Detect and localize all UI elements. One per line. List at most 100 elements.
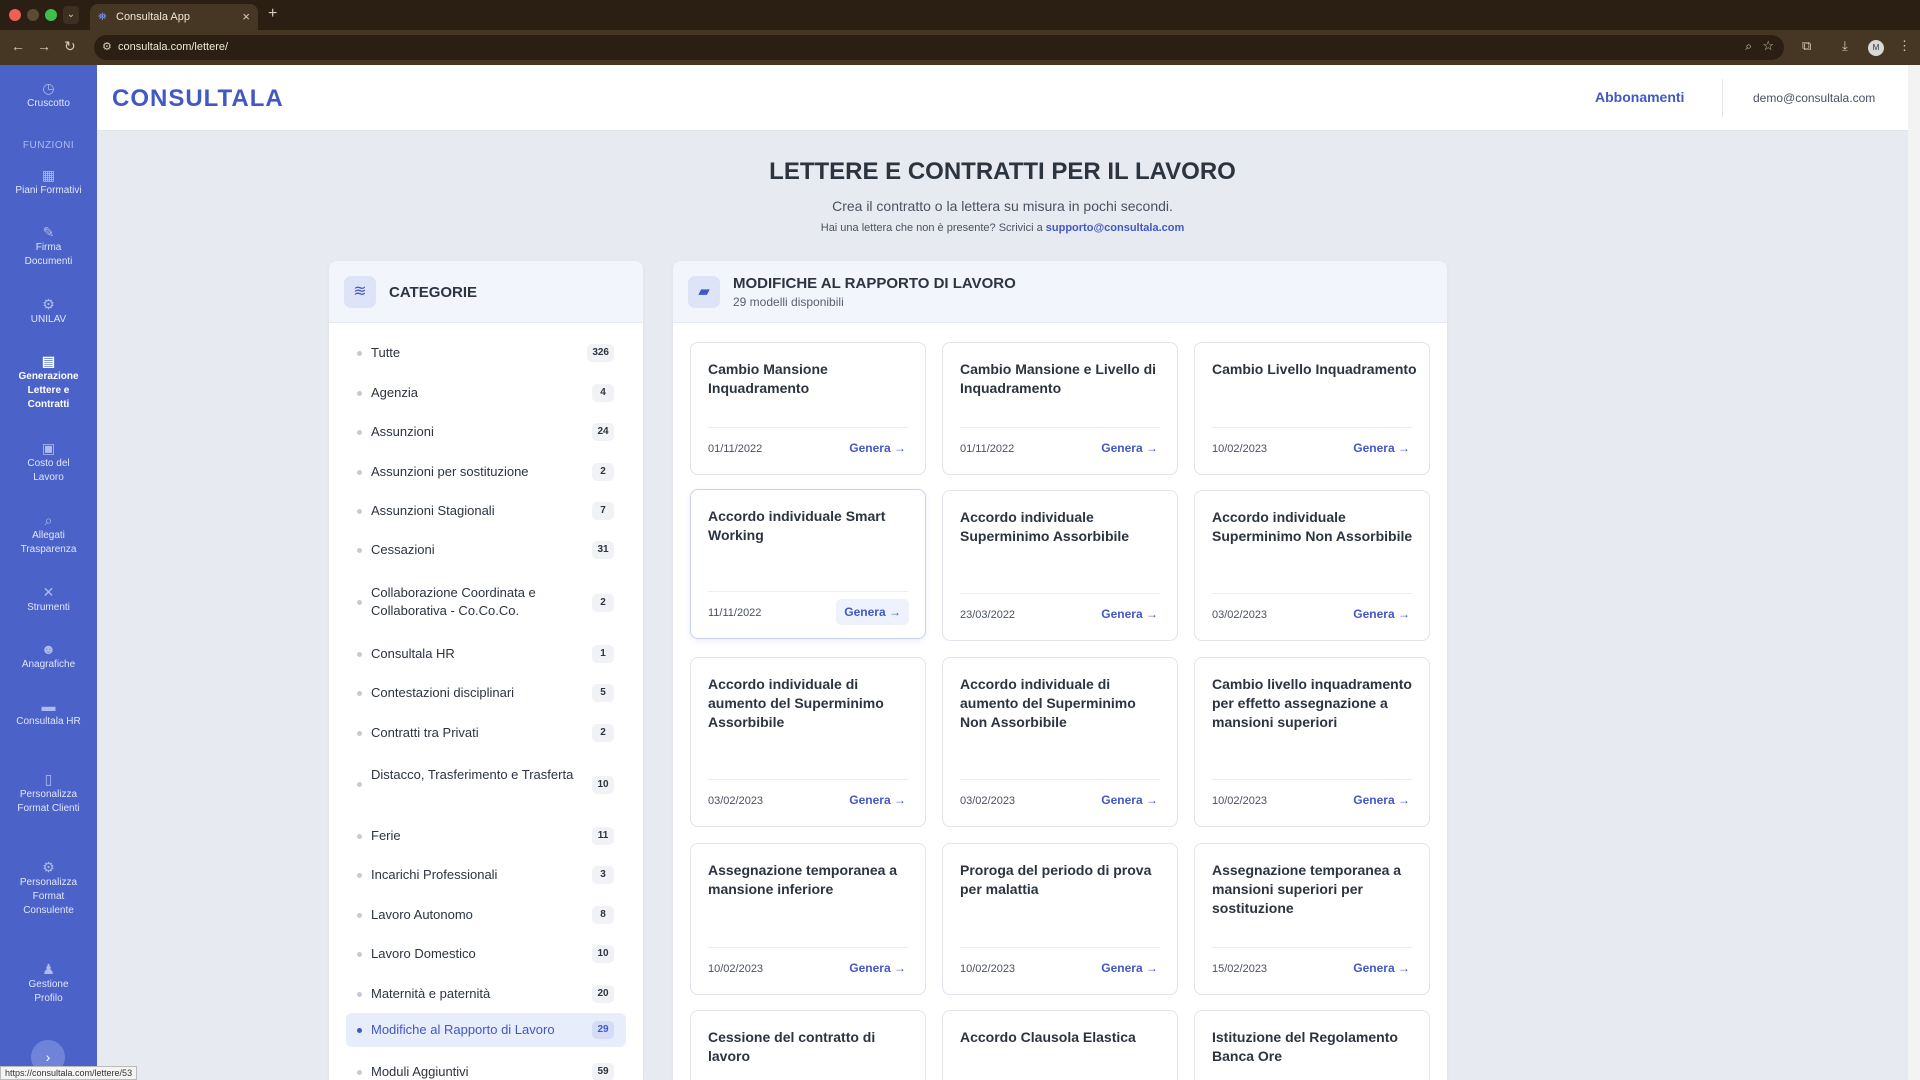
sidebar-item-unilav[interactable]: ⚙ UNILAV xyxy=(0,297,97,327)
genera-button[interactable]: Genera → xyxy=(847,437,908,459)
genera-button[interactable]: Genera → xyxy=(836,599,909,625)
category-item[interactable]: Cessazioni 31 xyxy=(346,534,626,566)
model-title: Cambio Mansione e Livello di Inquadramen… xyxy=(960,361,1157,396)
category-item[interactable]: Ferie 11 xyxy=(346,820,626,852)
menu-dots-icon[interactable]: ⋮ xyxy=(1898,38,1911,54)
maximize-window-button[interactable] xyxy=(45,9,57,21)
category-item[interactable]: Contestazioni disciplinari 5 xyxy=(346,677,626,709)
category-item[interactable]: Consultala HR 1 xyxy=(346,638,626,670)
sidebar-item-costo-lavoro[interactable]: ▣ Costo del Lavoro xyxy=(0,441,97,485)
genera-button[interactable]: Genera → xyxy=(1099,603,1160,625)
genera-button[interactable]: Genera → xyxy=(1099,789,1160,811)
genera-button[interactable]: Genera → xyxy=(1099,437,1160,459)
categories-title: CATEGORIE xyxy=(389,284,478,301)
consultala-logo[interactable]: CONSULTALA xyxy=(112,85,284,113)
category-item[interactable]: Lavoro Autonomo 8 xyxy=(346,899,626,931)
model-title: Accordo individuale Smart Working xyxy=(708,508,886,543)
category-item[interactable]: Agenzia 4 xyxy=(346,377,626,409)
sidebar-item-allegati-trasparenza[interactable]: ⌕ Allegati Trasparenza xyxy=(0,513,97,557)
category-item-active[interactable]: Modifiche al Rapporto di Lavoro 29 xyxy=(346,1013,626,1047)
card-divider xyxy=(1212,593,1412,594)
model-card[interactable]: Proroga del periodo di prova per malatti… xyxy=(942,843,1178,995)
model-card[interactable]: Assegnazione temporanea a mansione infer… xyxy=(690,843,926,995)
download-icon[interactable]: ⤓ xyxy=(1842,38,1848,54)
model-date: 15/02/2023 xyxy=(1212,963,1268,975)
user-email-menu[interactable]: demo@consultala.com xyxy=(1753,91,1875,105)
new-tab-icon[interactable]: + xyxy=(268,5,277,23)
sidebar-item-anagrafiche[interactable]: ☻ Anagrafiche xyxy=(0,642,97,672)
category-item[interactable]: Contratti tra Privati 2 xyxy=(346,717,626,749)
category-item[interactable]: Distacco, Trasferimento e Trasferta 10 xyxy=(346,760,626,810)
genera-button[interactable]: Genera → xyxy=(1351,603,1412,625)
genera-button[interactable]: Genera → xyxy=(1351,437,1412,459)
model-card[interactable]: Accordo individuale Superminimo Assorbib… xyxy=(942,490,1178,641)
forward-icon[interactable]: → xyxy=(37,38,51,54)
reload-icon[interactable]: ↻ xyxy=(64,38,76,55)
tab-search-icon[interactable]: ⌄ xyxy=(63,6,79,24)
table-icon: ▦ xyxy=(41,167,56,183)
genera-button[interactable]: Genera → xyxy=(1351,957,1412,979)
category-item[interactable]: Assunzioni Stagionali 7 xyxy=(346,495,626,527)
sidebar-item-piani-formativi[interactable]: ▦ Piani Formativi xyxy=(0,168,97,198)
model-date: 03/02/2023 xyxy=(960,795,1016,807)
category-name: Incarichi Professionali xyxy=(371,867,498,882)
model-card[interactable]: Cambio Livello Inquadramento 10/02/2023 … xyxy=(1194,342,1430,475)
extensions-icon[interactable]: ⧉ xyxy=(1802,38,1811,54)
category-item[interactable]: Incarichi Professionali 3 xyxy=(346,859,626,891)
genera-button[interactable]: Genera → xyxy=(847,789,908,811)
sidebar-item-strumenti[interactable]: ✕ Strumenti xyxy=(0,585,97,615)
category-item[interactable]: Tutte 326 xyxy=(346,337,626,369)
category-item[interactable]: Maternità e paternità 20 xyxy=(346,978,626,1010)
sidebar-item-generazione-lettere[interactable]: ▤ Generazione Lettere e Contratti xyxy=(0,354,97,412)
bullet-icon xyxy=(357,430,362,435)
model-card-hovered[interactable]: Accordo individuale Smart Working 11/11/… xyxy=(690,489,926,639)
model-card[interactable]: Accordo Clausola Elastica xyxy=(942,1010,1178,1080)
tab-close-icon[interactable]: × xyxy=(242,9,250,24)
model-card[interactable]: Cambio Mansione e Livello di Inquadramen… xyxy=(942,342,1178,475)
model-card[interactable]: Accordo individuale di aumento del Super… xyxy=(690,657,926,827)
zoom-icon[interactable]: ⌕ xyxy=(1745,39,1752,54)
model-card[interactable]: Istituzione del Regolamento Banca Ore xyxy=(1194,1010,1430,1080)
genera-button[interactable]: Genera → xyxy=(1351,789,1412,811)
user-icon: ♟ xyxy=(42,961,55,977)
sidebar-item-firma-documenti[interactable]: ✎ Firma Documenti xyxy=(0,225,97,269)
sidebar-item-consultala-hr[interactable]: ▬ Consultala HR xyxy=(0,699,97,729)
profile-avatar[interactable]: M xyxy=(1868,40,1884,56)
browser-tab[interactable]: ⛯ Consultala App × xyxy=(90,4,258,30)
abbonamenti-link[interactable]: Abbonamenti xyxy=(1595,89,1684,105)
back-icon[interactable]: ← xyxy=(11,38,25,54)
close-window-button[interactable] xyxy=(9,9,21,21)
model-card[interactable]: Cessione del contratto di lavoro xyxy=(690,1010,926,1080)
sidebar-item-format-clienti[interactable]: ▯ Personalizza Format Clienti xyxy=(0,772,97,816)
minimize-window-button[interactable] xyxy=(27,9,39,21)
model-date: 10/02/2023 xyxy=(960,963,1016,975)
models-count: 29 modelli disponibili xyxy=(733,295,844,309)
sidebar-item-format-consulente[interactable]: ⚙ Personalizza Format Consulente xyxy=(0,860,97,918)
site-info-icon[interactable]: ⚙ xyxy=(102,40,112,53)
model-card[interactable]: Accordo individuale di aumento del Super… xyxy=(942,657,1178,827)
model-title: Cessione del contratto di lavoro xyxy=(708,1029,876,1064)
category-item[interactable]: Assunzioni per sostituzione 2 xyxy=(346,456,626,488)
model-card[interactable]: Cambio Mansione Inquadramento 01/11/2022… xyxy=(690,342,926,475)
category-item[interactable]: Assunzioni 24 xyxy=(346,416,626,448)
genera-button[interactable]: Genera → xyxy=(1099,957,1160,979)
page-scrollbar[interactable] xyxy=(1908,65,1920,1080)
models-title: MODIFICHE AL RAPPORTO DI LAVORO xyxy=(733,275,1016,292)
category-item[interactable]: Moduli Aggiuntivi 59 xyxy=(346,1056,626,1080)
genera-button[interactable]: Genera → xyxy=(847,957,908,979)
category-item[interactable]: Lavoro Domestico 10 xyxy=(346,938,626,970)
sidebar-item-cruscotto[interactable]: ◷ Cruscotto xyxy=(0,81,97,111)
model-card[interactable]: Cambio livello inquadramento per effetto… xyxy=(1194,657,1430,827)
genera-label: Genera xyxy=(1353,793,1395,807)
address-bar[interactable]: ⚙ consultala.com/lettere/ ⌕ ☆ xyxy=(94,35,1784,60)
arrow-right-icon: → xyxy=(894,793,906,807)
model-card[interactable]: Accordo individuale Superminimo Non Asso… xyxy=(1194,490,1430,641)
sidebar-item-gestione-profilo[interactable]: ♟ Gestione Profilo xyxy=(0,962,97,1006)
category-name: Lavoro Autonomo xyxy=(371,907,473,922)
support-email-link[interactable]: supporto@consultala.com xyxy=(1046,222,1184,234)
bookmark-star-icon[interactable]: ☆ xyxy=(1762,38,1774,54)
category-item[interactable]: Collaborazione Coordinata e Collaborativ… xyxy=(346,578,626,628)
model-card[interactable]: Assegnazione temporanea a mansioni super… xyxy=(1194,843,1430,995)
bullet-icon xyxy=(357,1070,362,1075)
model-date: 01/11/2022 xyxy=(708,443,763,455)
